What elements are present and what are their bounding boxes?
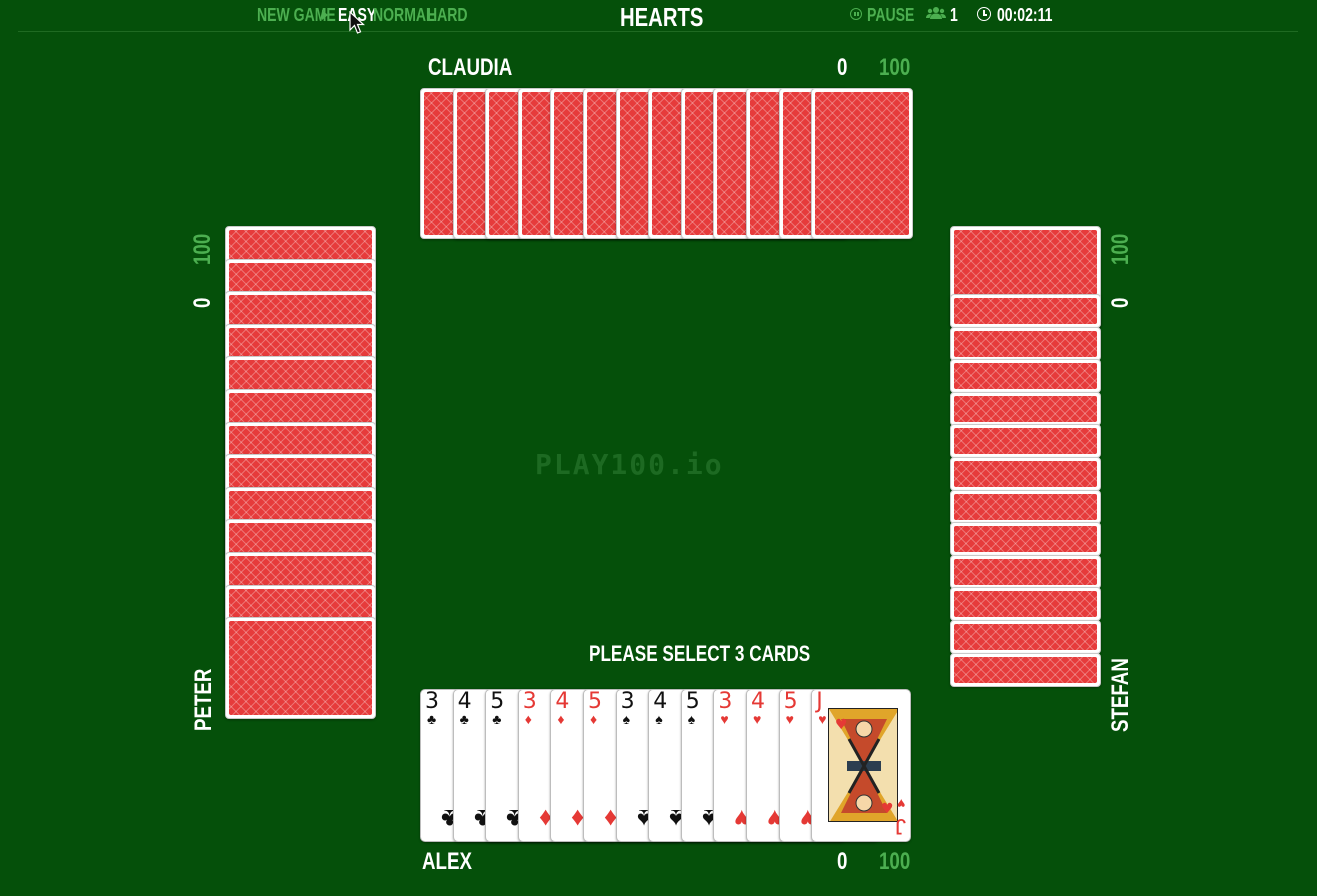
player-target-west-wrap: 100: [189, 225, 219, 265]
card-back: [950, 620, 1101, 654]
card-suit-icon: ♦: [590, 711, 598, 727]
top-bar-divider: [18, 31, 1298, 32]
mouse-pointer-icon: [349, 11, 365, 34]
player-name-west: PETER: [190, 668, 217, 732]
card-back: [811, 88, 914, 239]
card-suit-icon: ♥: [753, 711, 762, 727]
player-score-east-wrap: 0: [1107, 281, 1137, 321]
card-suit-icon: ♥: [720, 711, 729, 727]
card-rank: 4: [653, 689, 668, 714]
player-score-north: 0: [837, 54, 848, 81]
card-suit-icon: ♣: [427, 711, 437, 727]
card-suit-icon: ♣: [492, 711, 502, 727]
card-back: [950, 326, 1101, 361]
card-rank: 3: [620, 689, 635, 714]
svg-text:♥: ♥: [881, 801, 894, 817]
select-cards-prompt: PLEASE SELECT 3 CARDS: [589, 641, 811, 666]
player-score-east: 0: [1107, 297, 1134, 308]
player-target-east-wrap: 100: [1107, 225, 1137, 265]
jack-face-art: ♥ ♥: [828, 708, 899, 822]
hand-card[interactable]: J ♥ ♥ ♥ J ♥: [811, 689, 912, 842]
card-back: [950, 587, 1101, 622]
card-suit-icon: ♥: [818, 711, 827, 727]
users-icon: [926, 7, 946, 19]
card-suit-icon: ♠: [622, 711, 631, 727]
player-target-north: 100: [879, 54, 911, 81]
card-back: [950, 457, 1101, 491]
players-count: 1: [950, 5, 958, 25]
card-rank: 3: [425, 689, 439, 714]
difficulty-hard-button[interactable]: HARD: [427, 5, 468, 26]
player-target-south: 100: [879, 848, 911, 875]
card-suit-icon: ♦: [524, 711, 532, 727]
player-name-east: STEFAN: [1107, 658, 1134, 733]
watermark-logo: PLAY100.io: [535, 448, 724, 481]
player-name-south: ALEX: [422, 848, 472, 875]
player-name-north: CLAUDIA: [428, 54, 513, 81]
player-name-east-wrap: STEFAN: [1107, 635, 1137, 735]
card-rank: 3: [522, 689, 537, 714]
card-back: [950, 294, 1101, 328]
game-title: HEARTS: [620, 2, 704, 32]
player-target-east: 100: [1107, 233, 1134, 265]
card-suit-icon: ♠: [687, 711, 696, 727]
card-back: [950, 489, 1101, 524]
card-back: [950, 554, 1101, 589]
card-suit-bottom-icon: ♥: [896, 796, 906, 812]
pause-button[interactable]: PAUSE: [867, 5, 914, 26]
top-bar: NEW GAME EASY NORMAL HARD HEARTS PAUSE 1…: [0, 0, 1317, 32]
caret-right-icon: [322, 10, 328, 20]
player-score-south: 0: [837, 848, 848, 875]
clock-icon: [977, 7, 991, 21]
card-rank: 5: [490, 689, 505, 714]
card-rank: 3: [718, 689, 733, 714]
card-back: [950, 652, 1101, 687]
player-score-west-wrap: 0: [189, 281, 219, 321]
card-back: [225, 617, 376, 720]
card-back: [950, 359, 1101, 394]
card-back: [950, 424, 1101, 459]
card-rank: 4: [555, 689, 570, 714]
game-timer: 00:02:11: [997, 5, 1053, 25]
card-rank: 4: [751, 689, 765, 714]
player-target-west: 100: [189, 233, 216, 265]
card-rank: 5: [588, 689, 602, 714]
card-suit-icon: ♣: [459, 711, 469, 727]
card-suit-icon: ♦: [557, 711, 565, 727]
card-back: [950, 522, 1101, 557]
card-rank: 5: [783, 689, 798, 714]
difficulty-normal-button[interactable]: NORMAL: [373, 5, 435, 26]
card-back: [950, 391, 1101, 426]
pause-circle-icon[interactable]: [850, 8, 862, 20]
player-score-west: 0: [189, 297, 216, 308]
player-name-west-wrap: PETER: [190, 641, 220, 741]
svg-text:♥: ♥: [835, 717, 848, 733]
card-rank: 4: [457, 689, 472, 714]
card-suit-icon: ♠: [655, 711, 663, 727]
card-rank: 5: [685, 689, 700, 714]
card-rank: J: [816, 689, 823, 714]
card-suit-icon: ♥: [785, 711, 794, 727]
